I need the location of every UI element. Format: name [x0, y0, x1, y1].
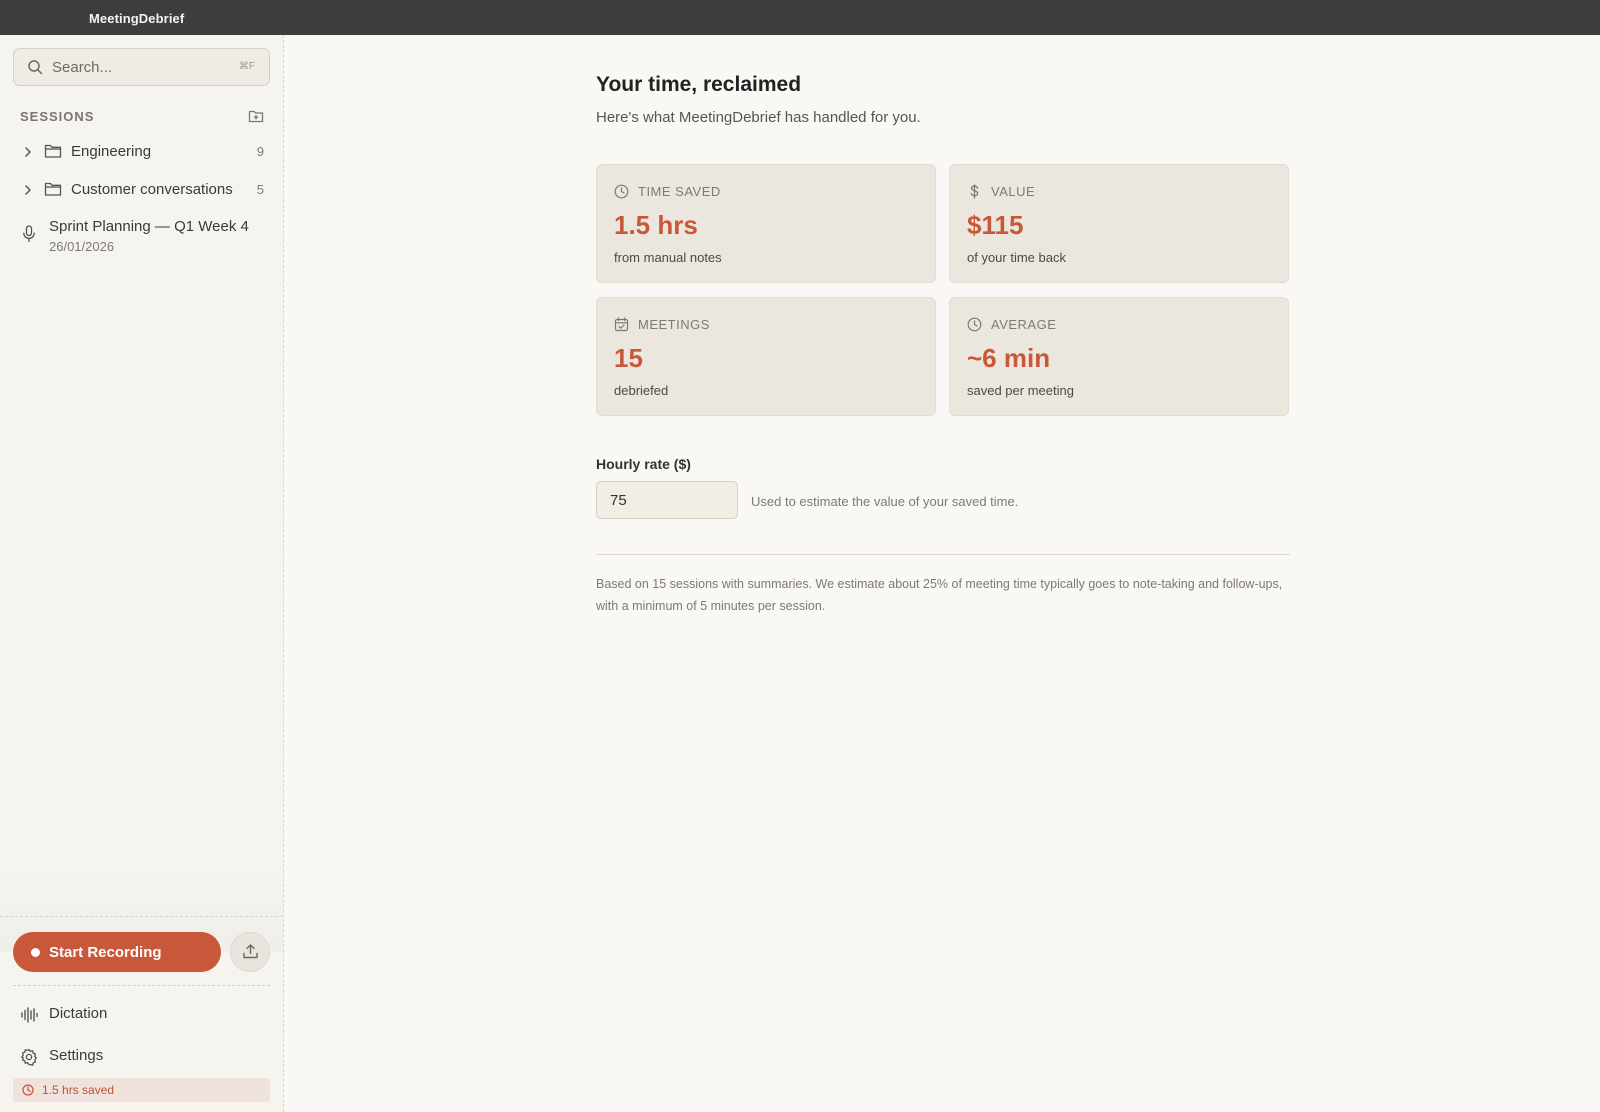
upload-button[interactable]	[230, 932, 270, 972]
sessions-header: SESSIONS	[20, 108, 264, 128]
page-title: Your time, reclaimed	[596, 73, 802, 96]
new-folder-icon[interactable]	[248, 108, 264, 124]
stat-card-value: VALUE $115 of your time back	[949, 164, 1289, 283]
stat-label: TIME SAVED	[638, 184, 721, 199]
folder-icon	[44, 144, 62, 158]
divider	[13, 985, 270, 986]
nav-settings-label: Settings	[49, 1047, 104, 1064]
divider	[0, 916, 283, 917]
nav-dictation-label: Dictation	[49, 1005, 108, 1022]
stat-label: MEETINGS	[638, 317, 710, 332]
nav-dictation[interactable]: Dictation	[18, 1001, 270, 1029]
sessions-label: SESSIONS	[20, 109, 95, 124]
folder-engineering[interactable]: Engineering 9	[18, 138, 268, 168]
start-recording-label: Start Recording	[49, 943, 162, 961]
folder-count: 5	[256, 182, 264, 197]
start-recording-button[interactable]: Start Recording	[13, 932, 221, 972]
sidebar: ⌘F SESSIONS Engineering 9 Customer conve…	[0, 35, 284, 1112]
hourly-rate-label: Hourly rate ($)	[596, 456, 691, 472]
stat-label: AVERAGE	[991, 317, 1057, 332]
search-input[interactable]	[52, 49, 232, 85]
time-saved-badge: 1.5 hrs saved	[13, 1078, 270, 1102]
stat-value: $115	[967, 210, 1024, 240]
session-item[interactable]: Sprint Planning — Q1 Week 4 26/01/2026	[18, 218, 270, 262]
divider	[596, 554, 1290, 555]
time-saved-label: 1.5 hrs saved	[42, 1083, 115, 1097]
search-box[interactable]: ⌘F	[13, 48, 270, 86]
stat-label: VALUE	[991, 184, 1036, 199]
gear-icon	[21, 1048, 37, 1066]
record-dot-icon	[31, 948, 40, 957]
waveform-icon	[21, 1007, 38, 1023]
hourly-rate-hint: Used to estimate the value of your saved…	[751, 494, 1019, 509]
clock-icon	[22, 1084, 34, 1096]
stat-card-meetings: MEETINGS 15 debriefed	[596, 297, 936, 416]
nav-settings[interactable]: Settings	[18, 1043, 270, 1071]
stat-card-time-saved: TIME SAVED 1.5 hrs from manual notes	[596, 164, 936, 283]
stat-caption: saved per meeting	[967, 383, 1074, 398]
stat-caption: from manual notes	[614, 250, 722, 265]
title-bar: MeetingDebrief	[0, 0, 1600, 35]
folder-name: Customer conversations	[71, 181, 233, 198]
upload-icon	[243, 944, 258, 959]
calendar-check-icon	[614, 317, 629, 332]
clock-icon	[614, 184, 629, 199]
clock-icon	[967, 317, 982, 332]
microphone-icon	[23, 225, 35, 242]
app-title: MeetingDebrief	[89, 11, 185, 26]
dollar-icon	[970, 184, 979, 199]
methodology-footnote: Based on 15 sessions with summaries. We …	[596, 577, 1283, 613]
session-title: Sprint Planning — Q1 Week 4	[49, 218, 249, 235]
session-date: 26/01/2026	[49, 239, 115, 254]
stat-card-average: AVERAGE ~6 min saved per meeting	[949, 297, 1289, 416]
folder-count: 9	[256, 144, 264, 159]
chevron-right-icon[interactable]	[22, 146, 34, 158]
folder-icon	[44, 182, 62, 196]
search-icon	[28, 60, 43, 75]
folder-customer-conversations[interactable]: Customer conversations 5	[18, 176, 268, 206]
stat-caption: of your time back	[967, 250, 1066, 265]
stat-value: 15	[614, 343, 643, 373]
hourly-rate-input[interactable]	[596, 481, 738, 519]
stat-caption: debriefed	[614, 383, 669, 398]
search-shortcut: ⌘F	[238, 61, 255, 72]
stat-value: 1.5 hrs	[614, 210, 698, 240]
page-subtitle: Here's what MeetingDebrief has handled f…	[596, 109, 921, 126]
chevron-right-icon[interactable]	[22, 184, 34, 196]
folder-name: Engineering	[71, 143, 152, 160]
stat-value: ~6 min	[967, 343, 1051, 373]
